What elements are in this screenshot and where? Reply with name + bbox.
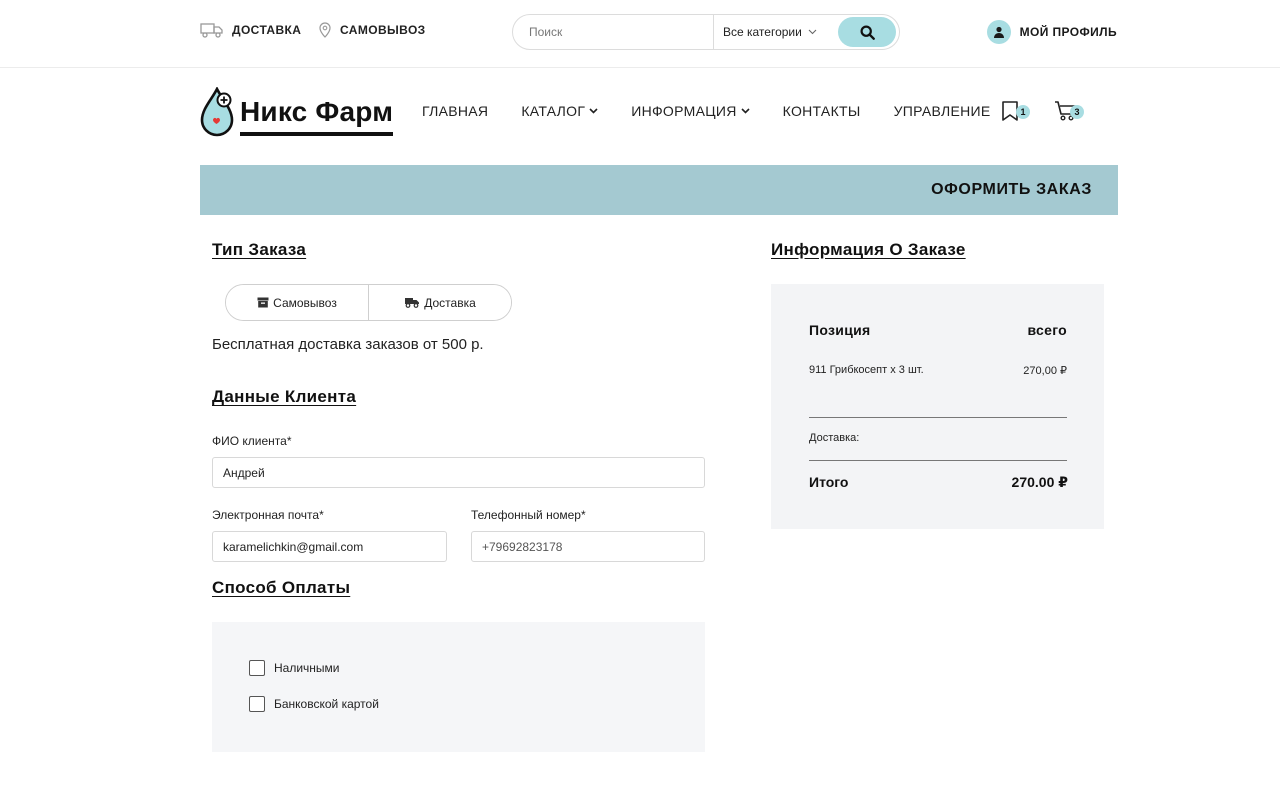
order-type-toggle: Самовывоз Доставка — [225, 284, 512, 321]
search-icon — [859, 24, 875, 40]
chevron-down-icon — [741, 108, 750, 114]
logo-text-label: Никс Фарм — [240, 96, 394, 127]
delivery-option-button[interactable]: Доставка — [368, 285, 511, 320]
wishlist-count-badge: 1 — [1016, 105, 1030, 119]
profile-link[interactable]: МОЙ ПРОФИЛЬ — [986, 20, 1117, 44]
email-field[interactable] — [212, 531, 447, 562]
truck-icon — [405, 298, 420, 308]
user-icon — [986, 20, 1011, 44]
nav-item-label: ИНФОРМАЦИЯ — [631, 103, 737, 119]
archive-box-icon — [257, 297, 269, 308]
map-pin-icon — [319, 22, 331, 38]
search-button[interactable] — [838, 17, 896, 47]
category-select-label: Все категории — [723, 25, 802, 39]
category-select[interactable]: Все категории — [713, 15, 839, 49]
summary-divider — [809, 460, 1067, 461]
top-bar: ДОСТАВКА САМОВЫВОЗ Все категории МОЙ — [0, 0, 1280, 68]
nav-item-management[interactable]: УПРАВЛЕНИЕ — [894, 103, 991, 119]
nav-item-home[interactable]: ГЛАВНАЯ — [422, 103, 488, 119]
phone-field[interactable] — [471, 531, 705, 562]
nav-item-label: КОНТАКТЫ — [782, 103, 861, 119]
nav-item-catalog[interactable]: КАТАЛОГ — [521, 103, 598, 119]
payment-cash-option[interactable]: Наличными — [249, 660, 340, 676]
summary-item-price: 270,00 ₽ — [1023, 365, 1067, 377]
chevron-down-icon — [589, 108, 598, 114]
truck-icon — [200, 23, 223, 38]
wishlist-button[interactable]: 1 — [1000, 100, 1030, 124]
summary-item-name: 911 Грибкосепт х 3 шт. — [809, 364, 924, 376]
main-nav: ГЛАВНАЯ КАТАЛОГ ИНФОРМАЦИЯ КОНТАКТЫ УПРА… — [422, 103, 1024, 119]
cart-count-badge: 3 — [1070, 105, 1084, 119]
summary-delivery-label: Доставка: — [809, 432, 860, 444]
page-title: ОФОРМИТЬ ЗАКАЗ — [931, 181, 1092, 198]
search-input[interactable] — [513, 15, 713, 49]
summary-item-header: Позиция — [809, 322, 871, 338]
nav-item-label: КАТАЛОГ — [521, 103, 586, 119]
header-icons: 1 3 — [1000, 100, 1084, 124]
chevron-down-icon — [808, 29, 817, 35]
cash-option-label: Наличными — [274, 661, 340, 675]
checkout-banner: ОФОРМИТЬ ЗАКАЗ — [200, 165, 1118, 215]
pickup-option-button[interactable]: Самовывоз — [226, 285, 368, 320]
order-info-title: Информация О Заказе — [771, 240, 966, 259]
nav-item-info[interactable]: ИНФОРМАЦИЯ — [631, 103, 750, 119]
payment-method-title: Способ Оплаты — [212, 578, 351, 597]
profile-label: МОЙ ПРОФИЛЬ — [1019, 25, 1117, 39]
phone-field-label: Телефонный номер* — [471, 508, 586, 522]
nav-item-label: УПРАВЛЕНИЕ — [893, 103, 991, 119]
delivery-link-label: ДОСТАВКА — [232, 23, 302, 37]
email-field-label: Электронная почта* — [212, 508, 324, 522]
cart-button[interactable]: 3 — [1054, 100, 1084, 124]
cash-checkbox[interactable] — [249, 660, 265, 676]
search-bar: Все категории — [512, 14, 900, 50]
card-option-label: Банковской картой — [274, 697, 379, 711]
order-type-title: Тип Заказа — [212, 240, 307, 259]
client-data-title: Данные Клиента — [212, 387, 357, 406]
pickup-option-label: Самовывоз — [273, 295, 337, 310]
order-summary: Позиция всего 911 Грибкосепт х 3 шт. 270… — [771, 284, 1104, 529]
summary-grand-total-value: 270.00 ₽ — [1011, 474, 1068, 490]
logo-underline — [240, 132, 394, 136]
delivery-option-label: Доставка — [424, 295, 476, 310]
pickup-link-label: САМОВЫВОЗ — [340, 23, 426, 37]
payment-options-box: Наличными Банковской картой — [212, 622, 705, 752]
summary-total-header: всего — [1027, 322, 1067, 338]
name-field-label: ФИО клиента* — [212, 434, 292, 448]
delivery-link[interactable]: ДОСТАВКА — [200, 22, 301, 38]
nav-item-label: ГЛАВНАЯ — [422, 103, 489, 119]
logo[interactable]: Никс Фарм — [200, 87, 394, 137]
pickup-link[interactable]: САМОВЫВОЗ — [318, 22, 426, 38]
name-field[interactable] — [212, 457, 705, 488]
card-checkbox[interactable] — [249, 696, 265, 712]
free-delivery-note: Бесплатная доставка заказов от 500 р. — [212, 336, 484, 353]
payment-card-option[interactable]: Банковской картой — [249, 696, 379, 712]
summary-divider — [809, 417, 1067, 418]
drop-logo-icon — [200, 87, 234, 137]
summary-grand-total-label: Итого — [809, 474, 849, 490]
nav-item-contacts[interactable]: КОНТАКТЫ — [783, 103, 861, 119]
logo-text: Никс Фарм — [240, 96, 394, 136]
